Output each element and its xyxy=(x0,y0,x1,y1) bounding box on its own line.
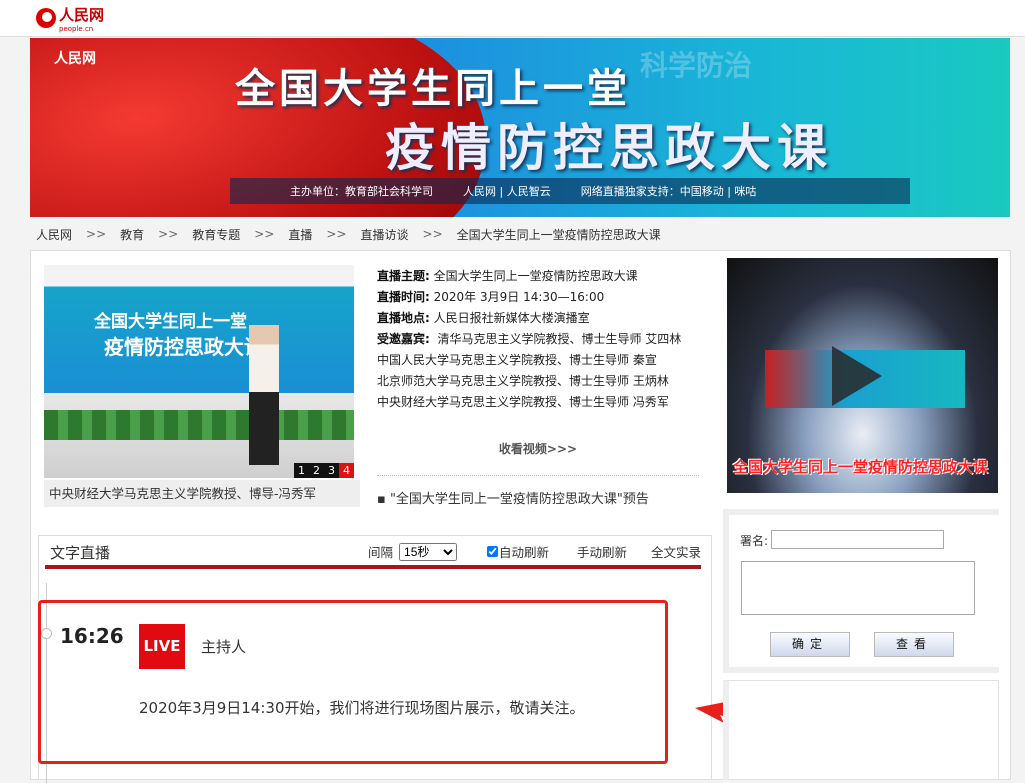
page-2[interactable]: 2 xyxy=(309,463,324,478)
support-text: 网络直播独家支持：中国移动 | 咪咕 xyxy=(580,185,757,198)
page-4[interactable]: 4 xyxy=(339,463,354,478)
guest: 清华马克思主义学院教授、博士生导师 艾四林 xyxy=(437,332,682,346)
guest: 中国人民大学马克思主义学院教授、博士生导师 秦宣 xyxy=(377,353,657,367)
interval-label: 间隔 xyxy=(368,545,394,560)
crumb-sep: >> xyxy=(86,227,107,241)
crumb-sep: >> xyxy=(422,227,443,241)
auto-refresh-checkbox[interactable]: 自动刷新 xyxy=(487,542,549,561)
sponsor-logos: 人民网 | 人民智云 xyxy=(463,185,551,198)
banner-bg-text: 科学防治 xyxy=(640,49,753,82)
crumb-live[interactable]: 直播 xyxy=(288,226,312,243)
logo-sub: people.cn xyxy=(59,24,94,33)
video-title: 全国大学生同上一堂疫情防控思政大课 xyxy=(733,458,989,476)
logo-icon xyxy=(36,8,56,28)
sponsor-text: 主办单位：教育部社会科学司 xyxy=(290,185,433,198)
banner: 人民网 科学防治 全国大学生同上一堂 疫情防控思政大课 主办单位：教育部社会科学… xyxy=(30,38,1010,217)
crumb-sep: >> xyxy=(326,227,347,241)
photo-plants xyxy=(44,410,354,440)
time-value: 2020年 3月9日 14:30—16:00 xyxy=(433,290,605,304)
video-player[interactable]: 全国大学生同上一堂疫情防控思政大课 xyxy=(727,258,998,493)
crumb-interviews[interactable]: 直播访谈 xyxy=(361,226,409,243)
crumb-current[interactable]: 全国大学生同上一堂疫情防控思政大课 xyxy=(457,226,661,243)
accent-divider xyxy=(45,565,701,569)
photo-caption: 中央财经大学马克思主义学院教授、博导-冯秀军 xyxy=(44,480,360,507)
guest: 中央财经大学马克思主义学院教授、博士生导师 冯秀军 xyxy=(377,395,669,409)
crumb-topics[interactable]: 教育专题 xyxy=(192,226,240,243)
side-box xyxy=(723,680,999,780)
play-icon[interactable] xyxy=(832,346,882,406)
preview-link[interactable]: ▪ "全国大学生同上一堂疫情防控思政大课"预告 xyxy=(377,488,649,507)
top-bar: 人民网 people.cn xyxy=(0,0,1025,37)
banner-logo: 人民网 xyxy=(54,51,96,67)
time-label: 直播时间: xyxy=(377,290,430,304)
crumb-sep: >> xyxy=(254,227,275,241)
slideshow-pager: 1 2 3 4 xyxy=(294,463,354,478)
crumb-sep: >> xyxy=(158,227,179,241)
place-label: 直播地点: xyxy=(377,311,430,325)
topic-value: 全国大学生同上一堂疫情防控思政大课 xyxy=(433,269,638,283)
live-info: 直播主题: 全国大学生同上一堂疫情防控思政大课 直播时间: 2020年 3月9日… xyxy=(377,266,707,413)
people-logo[interactable]: 人民网 people.cn xyxy=(36,5,105,33)
photo-speaker xyxy=(249,325,279,465)
sign-input[interactable] xyxy=(771,530,944,549)
auto-refresh-input[interactable] xyxy=(487,546,499,557)
auto-refresh-label: 自动刷新 xyxy=(499,545,550,560)
page-3[interactable]: 3 xyxy=(324,463,339,478)
interval-select[interactable]: 15秒 xyxy=(399,542,458,561)
logo-text: 人民网 xyxy=(59,5,105,24)
slideshow-photo[interactable]: 全国大学生同上一堂 疫情防控思政大课 xyxy=(44,265,354,478)
guests-label: 受邀嘉宾: xyxy=(377,332,430,346)
breadcrumb: 人民网 >> 教育 >> 教育专题 >> 直播 >> 直播访谈 >> 全国大学生同上一堂疫… xyxy=(30,221,1010,247)
photo-title-1: 全国大学生同上一堂 xyxy=(94,312,247,332)
guest: 北京师范大学马克思主义学院教授、博士生导师 王炳林 xyxy=(377,374,669,388)
place-value: 人民日报社新媒体大楼演播室 xyxy=(433,311,590,325)
divider xyxy=(377,475,699,476)
banner-title-1: 全国大学生同上一堂 xyxy=(235,66,631,112)
banner-sponsor: 主办单位：教育部社会科学司 人民网 | 人民智云 网络直播独家支持：中国移动 | 咪… xyxy=(230,178,910,204)
text-live-title: 文字直播 xyxy=(50,544,111,562)
crumb-home[interactable]: 人民网 xyxy=(36,226,72,243)
view-button[interactable]: 查看 xyxy=(874,632,954,657)
preview-text: "全国大学生同上一堂疫情防控思政大课"预告 xyxy=(389,492,649,507)
photo-title-2: 疫情防控思政大课 xyxy=(104,335,264,359)
confirm-button[interactable]: 确定 xyxy=(770,632,850,657)
watch-video-link[interactable]: 收看视频>>> xyxy=(377,440,699,457)
page-1[interactable]: 1 xyxy=(294,463,309,478)
full-text-link[interactable]: 全文实录 xyxy=(651,542,701,561)
annotation-highlight-box xyxy=(38,600,668,764)
manual-refresh-link[interactable]: 手动刷新 xyxy=(577,542,627,561)
live-controls: 间隔 15秒 自动刷新 手动刷新 全文实录 xyxy=(368,542,701,561)
sign-label: 署名: xyxy=(740,534,769,548)
banner-title-2: 疫情防控思政大课 xyxy=(385,119,833,177)
topic-label: 直播主题: xyxy=(377,269,430,283)
crumb-education[interactable]: 教育 xyxy=(120,226,144,243)
comment-textarea[interactable] xyxy=(741,561,975,615)
